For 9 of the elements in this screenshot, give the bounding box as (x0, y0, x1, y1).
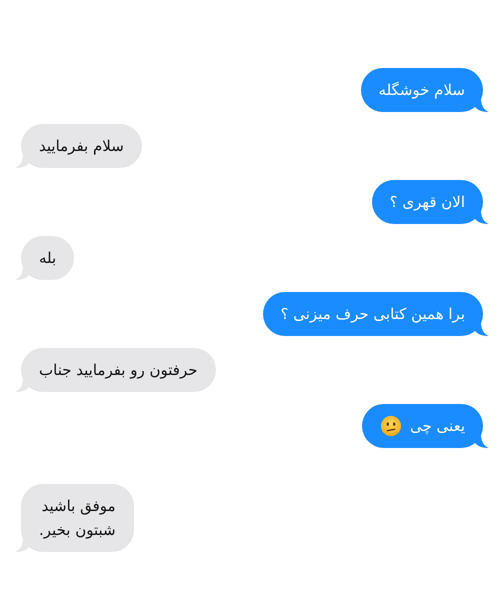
message-text: الان قهری ؟ (390, 192, 465, 213)
message-text: سلام بفرمایید (39, 136, 124, 157)
message-text: یعنی چی (410, 416, 465, 437)
confused-face-icon (380, 415, 402, 437)
message-text: برا همین کتابی حرف میزنی ؟ (280, 304, 465, 325)
message-text: موفق باشید شبتون بخیر. (39, 496, 116, 541)
message-text: حرفتون رو بفرمایید جناب (39, 360, 198, 381)
message-text: سلام خوشگله (378, 80, 465, 101)
message-text: بله (39, 248, 56, 269)
